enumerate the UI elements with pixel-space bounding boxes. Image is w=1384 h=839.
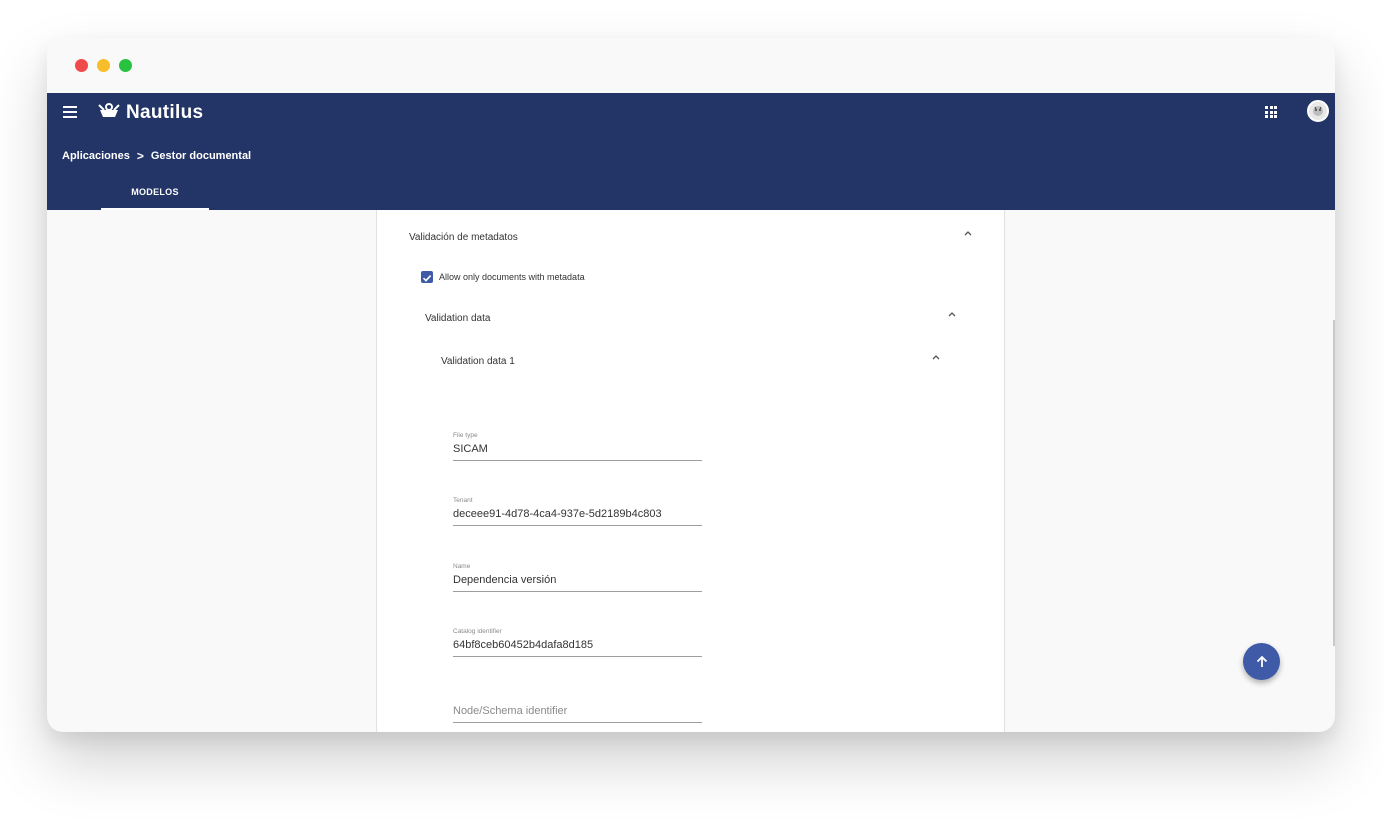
field-label: Name	[453, 563, 471, 570]
file-type-field[interactable]: File type SICAM	[453, 432, 702, 461]
breadcrumb-item-gestor-documental[interactable]: Gestor documental	[151, 150, 251, 162]
app-header: Nautilus Aplicaciones > Gestor documenta…	[47, 93, 1335, 210]
chevron-up-icon[interactable]	[964, 230, 972, 236]
checkbox-label[interactable]: Allow only documents with metadata	[439, 272, 585, 282]
avatar[interactable]	[1307, 100, 1329, 122]
scrollbar[interactable]	[1333, 320, 1335, 646]
window-titlebar	[47, 38, 1335, 93]
validation-data-title[interactable]: Validation data	[425, 313, 490, 324]
browser-window: Nautilus Aplicaciones > Gestor documenta…	[47, 38, 1335, 732]
tenant-field[interactable]: Tenant deceee91-4d78-4ca4-937e-5d2189b4c…	[453, 497, 702, 526]
metadata-only-checkbox[interactable]	[421, 271, 433, 283]
nautilus-logo-icon	[98, 103, 120, 117]
field-label: Tenant	[453, 497, 473, 504]
menu-icon[interactable]	[63, 106, 77, 120]
breadcrumb: Aplicaciones > Gestor documental	[62, 149, 251, 163]
name-field[interactable]: Name Dependencia versión	[453, 563, 702, 592]
validation-data-item-title[interactable]: Validation data 1	[441, 356, 515, 367]
check-icon	[422, 275, 432, 282]
catalog-identifier-field[interactable]: Catalog identifier 64bf8ceb60452b4dafa8d…	[453, 628, 702, 657]
field-label: Catalog identifier	[453, 628, 502, 635]
apps-grid-icon[interactable]	[1265, 106, 1277, 118]
field-placeholder[interactable]: Node/Schema identifier	[453, 703, 702, 722]
field-label	[453, 694, 702, 703]
field-value[interactable]: deceee91-4d78-4ca4-937e-5d2189b4c803	[453, 506, 702, 525]
metadata-validation-panel: Validación de metadatos Allow only docum…	[376, 210, 1005, 732]
breadcrumb-item-aplicaciones[interactable]: Aplicaciones	[62, 150, 130, 162]
arrow-up-icon	[1256, 655, 1267, 667]
field-value[interactable]: Dependencia versión	[453, 572, 702, 591]
tab-modelos[interactable]: MODELOS	[101, 187, 209, 210]
field-value[interactable]: SICAM	[453, 441, 702, 460]
minimize-window-button[interactable]	[97, 59, 110, 72]
close-window-button[interactable]	[75, 59, 88, 72]
maximize-window-button[interactable]	[119, 59, 132, 72]
chevron-up-icon[interactable]	[948, 311, 956, 317]
user-face-icon	[1313, 106, 1323, 116]
tab-active-indicator	[101, 208, 209, 210]
breadcrumb-separator: >	[136, 149, 144, 163]
app-brand[interactable]: Nautilus	[126, 102, 203, 124]
chevron-up-icon[interactable]	[932, 354, 940, 360]
section-title[interactable]: Validación de metadatos	[409, 232, 518, 243]
scroll-to-top-button[interactable]	[1243, 643, 1280, 680]
node-schema-identifier-field[interactable]: Node/Schema identifier	[453, 694, 702, 723]
field-value[interactable]: 64bf8ceb60452b4dafa8d185	[453, 637, 702, 656]
field-label: File type	[453, 432, 478, 439]
tab-label: MODELOS	[131, 187, 179, 197]
